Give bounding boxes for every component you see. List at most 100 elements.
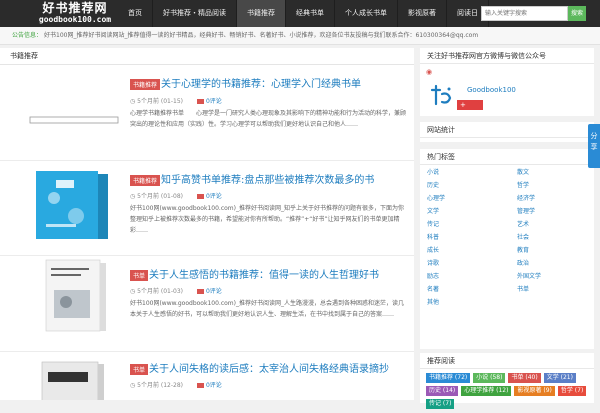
clock-icon: ◷ [130, 382, 136, 389]
category-link[interactable]: 政治 [517, 260, 600, 268]
tag-link[interactable]: 书单 (40) [508, 373, 541, 383]
category-link[interactable]: 历史 [427, 182, 517, 190]
section-heading: 书籍推荐 [0, 48, 414, 65]
post-meta: ◷ 5个月前 (01-03) 0评论 [130, 286, 222, 295]
post-meta: ◷ 5个月前 (01-15) 0评论 [130, 96, 222, 105]
post-thumbnail[interactable] [26, 77, 122, 152]
post-title[interactable]: 书单 关于人间失格的读后感：太宰治人间失格经典语录摘抄 [130, 360, 389, 375]
nav-item[interactable]: 经典书单 [286, 0, 335, 27]
category-link[interactable]: 教育 [517, 247, 600, 255]
post-title-text: 知乎高赞书单推荐:盘点那些被推荐次数最多的书 [161, 175, 375, 186]
category-link[interactable]: 管理学 [517, 208, 600, 216]
comment-icon [196, 383, 204, 388]
comment-icon [196, 99, 204, 104]
post-meta: ◷ 5个月前 (01-08) 0评论 [130, 191, 222, 200]
category-link[interactable]: 成长 [427, 247, 517, 255]
post-thumbnail[interactable] [26, 360, 122, 400]
post-category-badge[interactable]: 书单 [130, 269, 149, 281]
post-thumbnail[interactable] [26, 258, 122, 333]
post-date: 5个月前 (01-03) [137, 288, 184, 295]
category-link[interactable]: 心理学 [427, 195, 517, 203]
post-comments[interactable]: 0评论 [196, 382, 222, 389]
category-link[interactable]: 书单 [517, 286, 600, 294]
nav-item[interactable]: 影视原著 [398, 0, 447, 27]
post-excerpt: 好书100网(www.goodbook100.com)_推荐好书阅读网_人生路漫… [130, 300, 404, 318]
stats-heading: 网站统计 [420, 122, 594, 138]
tag-link[interactable]: 传记 (7) [426, 399, 455, 409]
nav-item[interactable]: 个人成长书单 [335, 0, 398, 27]
nav-item[interactable]: 首页 [118, 0, 153, 27]
site-logo[interactable]: 好书推荐网 goodbook100.com [30, 2, 120, 25]
post-excerpt: 心理学书籍推荐书单 心理学是一门研究人类心理现象及其影响下的精神功能和行为活动的… [130, 110, 407, 128]
tag-link[interactable]: 小说 (58) [473, 373, 506, 383]
category-link[interactable]: 小说 [427, 169, 517, 177]
post-title[interactable]: 书籍推荐 关于心理学的书籍推荐：心理学入门经典书单 [130, 75, 361, 90]
search-bar: 搜索 [481, 6, 586, 21]
category-link[interactable]: 传记 [427, 221, 517, 229]
post-category-badge[interactable]: 书单 [130, 363, 149, 375]
comment-icon [196, 194, 204, 199]
post-category-badge[interactable]: 书籍推荐 [130, 174, 161, 186]
tag-link[interactable]: 影视原著 (9) [514, 386, 555, 396]
post-item: 书单 关于人生感悟的书籍推荐：值得一读的人生哲理好书 ◷ 5个月前 (01-03)… [0, 256, 414, 352]
notice-bar: 公告信息： 好书100网_推荐好书阅读网站_推荐值得一读的好书精品，经典好书、畅销… [0, 27, 600, 45]
post-list: 书籍推荐 书籍推荐 关于心理学的书籍推荐：心理学入门经典书单 ◷ 5个月前 (01… [0, 48, 414, 400]
post-title-text: 关于人间失格的读后感：太宰治人间失格经典语录摘抄 [149, 364, 390, 375]
nav-item[interactable]: 好书推荐・精品阅读 [153, 0, 237, 27]
notice-text: 好书100网_推荐好书阅读网站_推荐值得一读的好书精品，经典好书、畅销好书、名著… [44, 32, 479, 39]
clock-icon: ◷ [130, 98, 136, 105]
post-comments[interactable]: 0评论 [196, 193, 222, 200]
tag-link[interactable]: 文学 (21) [543, 373, 576, 383]
post-title[interactable]: 书单 关于人生感悟的书籍推荐：值得一读的人生哲理好书 [130, 266, 379, 281]
category-link[interactable]: 其他 [427, 299, 517, 307]
share-button[interactable]: 分享 [588, 124, 600, 168]
weibo-name[interactable]: Goodbook100 [467, 86, 516, 94]
search-input[interactable] [481, 6, 568, 21]
post-title[interactable]: 书籍推荐 知乎高赞书单推荐:盘点那些被推荐次数最多的书 [130, 171, 374, 186]
logo-title: 好书推荐网 [42, 1, 108, 15]
post-item: 书籍推荐 关于心理学的书籍推荐：心理学入门经典书单 ◷ 5个月前 (01-15) … [0, 65, 414, 161]
hot-tags-heading: 推荐阅读 [420, 353, 594, 369]
category-link[interactable]: 励志 [427, 273, 517, 281]
weibo-avatar[interactable] [428, 84, 454, 108]
category-heading: 热门标签 [420, 149, 594, 165]
tag-link[interactable]: 历史 (14) [426, 386, 459, 396]
category-link[interactable]: 艺术 [517, 221, 600, 229]
weibo-icon: ◉ [426, 68, 433, 76]
category-link[interactable]: 经济学 [517, 195, 600, 203]
logo-domain: goodbook100.com [38, 15, 112, 24]
tag-link[interactable]: 哲学 (7) [557, 386, 587, 396]
post-thumbnail[interactable] [26, 168, 122, 243]
post-comments[interactable]: 0评论 [196, 288, 222, 295]
tag-link[interactable]: 心理学推荐 (12) [461, 386, 512, 396]
category-link[interactable]: 文学 [427, 208, 517, 216]
category-link[interactable]: 科普 [427, 234, 517, 242]
search-button[interactable]: 搜索 [568, 6, 586, 21]
hot-tags-list: 书籍推荐 (72) 小说 (58) 书单 (40) 文学 (21) 历史 (14) 心理学… [420, 369, 594, 413]
main-nav: 首页 好书推荐・精品阅读 书籍推荐 经典书单 个人成长书单 影视原著 阅读日 [118, 0, 489, 27]
post-item: 书籍推荐 知乎高赞书单推荐:盘点那些被推荐次数最多的书 ◷ 5个月前 (01-08… [0, 161, 414, 256]
post-date: 5个月前 (01-15) [137, 98, 184, 105]
post-item: 书单 关于人间失格的读后感：太宰治人间失格经典语录摘抄 ◷ 5个月前 (12-28… [0, 352, 414, 400]
top-navbar: 好书推荐网 goodbook100.com 首页 好书推荐・精品阅读 书籍推荐 经典书… [0, 0, 600, 27]
category-link[interactable]: 社会 [517, 234, 600, 242]
post-meta: ◷ 5个月前 (12-28) 0评论 [130, 380, 222, 389]
post-comments[interactable]: 0评论 [196, 98, 222, 105]
category-link[interactable]: 外国文学 [517, 273, 600, 281]
tag-link[interactable]: 书籍推荐 (72) [426, 373, 471, 383]
category-grid: 小说 散文 历史 哲学 心理学 经济学 文学 管理学 传记 艺术 科普 社会 成长 教育 诗歌 政治 励志 外国文… [420, 165, 594, 307]
clock-icon: ◷ [130, 288, 136, 295]
post-date: 5个月前 (01-08) [137, 193, 184, 200]
follow-heading: 关注好书推荐网官方微博与微信公众号 [420, 48, 594, 64]
category-link[interactable]: 散文 [517, 169, 600, 177]
hot-tags-widget: 推荐阅读 书籍推荐 (72) 小说 (58) 书单 (40) 文学 (21) 历史 (1… [420, 353, 594, 409]
follow-button[interactable]: + [457, 100, 483, 110]
follow-widget: 关注好书推荐网官方微博与微信公众号 ◉ Goodbook100 + [420, 48, 594, 116]
category-link[interactable]: 诗歌 [427, 260, 517, 268]
post-category-badge[interactable]: 书籍推荐 [130, 78, 161, 90]
category-link[interactable]: 名著 [427, 286, 517, 294]
category-widget: 热门标签 小说 散文 历史 哲学 心理学 经济学 文学 管理学 传记 艺术 科普 社会 成长 教育 诗歌 政治… [420, 149, 594, 349]
notice-tag: 公告信息： [12, 32, 43, 39]
category-link[interactable]: 哲学 [517, 182, 600, 190]
nav-item[interactable]: 书籍推荐 [237, 0, 286, 27]
